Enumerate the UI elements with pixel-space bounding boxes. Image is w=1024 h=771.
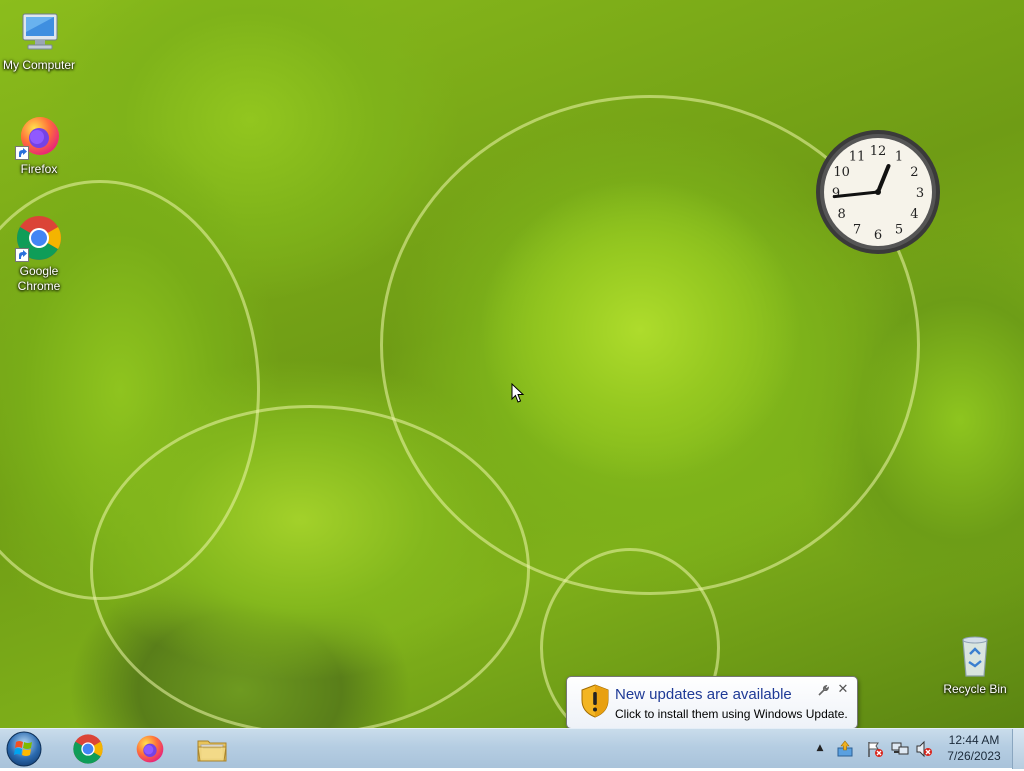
taskbar-button-firefox[interactable] (122, 730, 178, 768)
desktop-icon-recycle-bin[interactable]: Recycle Bin (937, 632, 1013, 697)
chrome-icon (72, 733, 104, 765)
desktop-icon-firefox[interactable]: Firefox (1, 112, 77, 177)
desktop-icon-label: Google Chrome (17, 264, 61, 293)
clock-numeral: 3 (916, 186, 924, 201)
tray-overflow-button[interactable]: ▲ (813, 741, 827, 755)
clock-gadget[interactable]: 12 1 2 3 4 5 6 7 8 9 10 11 (814, 128, 942, 256)
firefox-icon (15, 112, 63, 160)
mouse-cursor-icon (511, 382, 525, 405)
desktop-icon-google-chrome[interactable]: Google Chrome (1, 214, 77, 294)
shortcut-arrow-icon (15, 248, 29, 262)
close-icon[interactable]: ✕ (836, 683, 850, 697)
wrench-options-icon[interactable] (817, 684, 830, 697)
clock-numeral: 8 (837, 207, 845, 222)
clock-numeral: 4 (910, 207, 918, 222)
clock-numeral: 10 (833, 165, 850, 180)
chrome-icon (15, 214, 63, 262)
clock-numeral: 11 (849, 150, 866, 165)
firefox-icon (134, 733, 166, 765)
start-button[interactable] (4, 730, 44, 768)
notification-body: Click to install them using Windows Upda… (615, 707, 848, 721)
taskbar-clock[interactable]: 12:44 AM 7/26/2023 (940, 732, 1008, 766)
desktop-wallpaper: My Computer Firefox Google Chrome Recycl… (0, 0, 1024, 728)
clock-numeral: 1 (895, 150, 903, 165)
clock-numeral: 12 (870, 144, 887, 159)
recycle-bin-icon (951, 632, 999, 680)
warning-shield-icon (581, 684, 609, 718)
volume-muted-icon[interactable] (915, 740, 933, 758)
taskbar-time: 12:44 AM (948, 733, 1000, 747)
desktop-icon-label: My Computer (2, 58, 76, 72)
action-center-flag-icon[interactable] (866, 740, 884, 758)
taskbar-button-explorer[interactable] (184, 730, 240, 768)
shortcut-arrow-icon (15, 146, 29, 160)
clock-numeral: 5 (895, 222, 903, 237)
desktop-icon-label: Firefox (20, 162, 58, 176)
computer-icon (15, 8, 63, 56)
clock-numeral: 9 (832, 186, 840, 201)
clock-numeral: 7 (853, 222, 861, 237)
network-icon[interactable] (891, 740, 909, 758)
taskbar: ▲ 12:44 AM 7/26/2023 (0, 728, 1024, 769)
clock-numeral: 6 (874, 228, 882, 243)
desktop-icon-label: Recycle Bin (943, 682, 1007, 696)
taskbar-button-chrome[interactable] (60, 730, 116, 768)
update-notification-balloon[interactable]: New updates are available Click to insta… (566, 676, 858, 742)
windows-update-icon[interactable] (836, 740, 854, 758)
folder-icon (196, 733, 228, 765)
desktop-icon-my-computer[interactable]: My Computer (1, 8, 77, 73)
show-desktop-button[interactable] (1012, 729, 1024, 769)
notification-title: New updates are available (615, 686, 792, 703)
clock-numeral: 2 (910, 165, 918, 180)
taskbar-date: 7/26/2023 (947, 749, 1001, 763)
